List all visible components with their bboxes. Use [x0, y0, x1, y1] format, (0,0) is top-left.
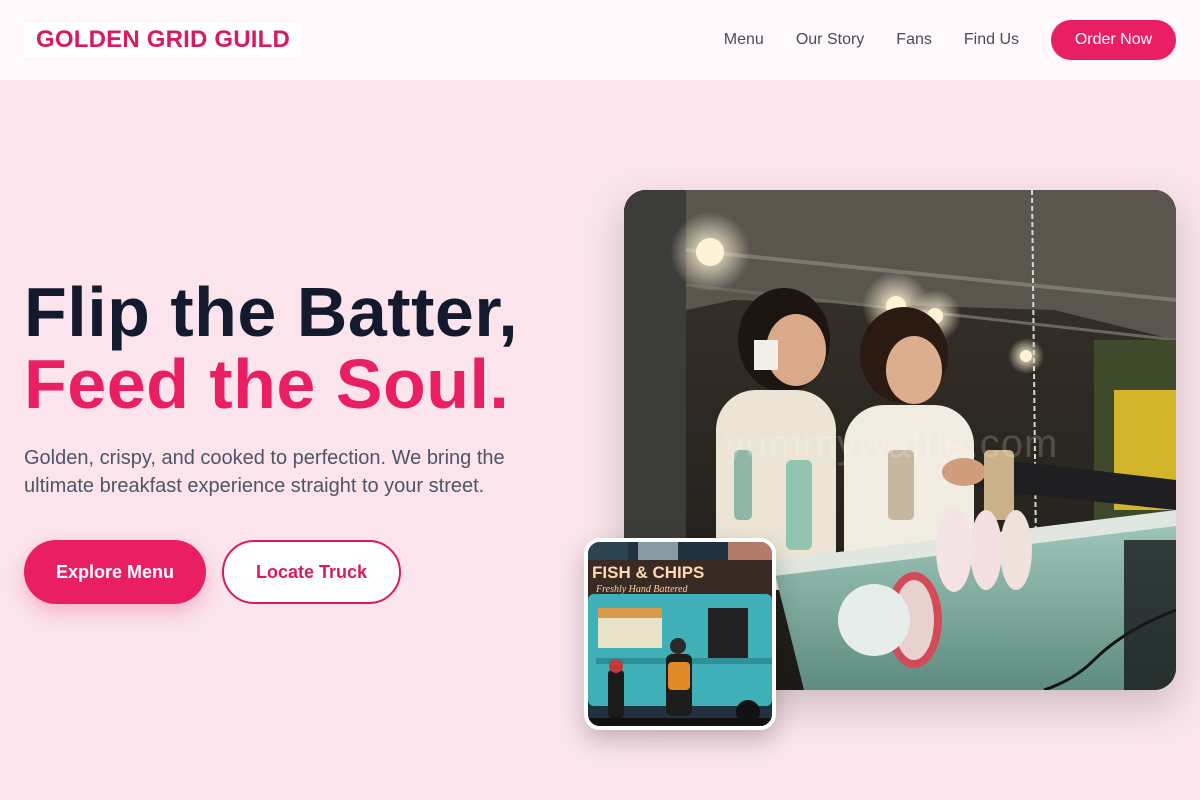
locate-truck-button[interactable]: Locate Truck — [222, 540, 401, 604]
brand-logo[interactable]: GOLDEN GRID GUILD — [24, 22, 303, 58]
fish-and-chips-truck-illustration: FISH & CHIPS Freshly Hand Battered — [588, 542, 772, 726]
main-nav: Menu Our Story Fans Find Us Order Now — [692, 20, 1176, 60]
nav-link-find-us[interactable]: Find Us — [964, 31, 1019, 49]
truck-subsign-text: Freshly Hand Battered — [595, 584, 688, 595]
order-now-button[interactable]: Order Now — [1051, 20, 1176, 60]
truck-sign-text: FISH & CHIPS — [592, 563, 704, 582]
site-header: GOLDEN GRID GUILD Menu Our Story Fans Fi… — [0, 0, 1200, 80]
image-watermark: yummywaffle.com — [724, 422, 1059, 466]
nav-link-fans[interactable]: Fans — [896, 31, 932, 49]
nav-link-menu[interactable]: Menu — [724, 31, 764, 49]
hero-description: Golden, crispy, and cooked to perfection… — [24, 447, 505, 497]
nav-link-our-story[interactable]: Our Story — [796, 31, 864, 49]
hero-title-line-1: Flip the Batter, — [24, 273, 519, 351]
hero-title-line-2: Feed the Soul. — [24, 345, 510, 423]
explore-menu-button[interactable]: Explore Menu — [24, 540, 206, 604]
fish-and-chips-truck-photo: FISH & CHIPS Freshly Hand Battered — [584, 538, 776, 730]
hero-title: Flip the Batter, Feed the Soul. — [24, 276, 518, 420]
